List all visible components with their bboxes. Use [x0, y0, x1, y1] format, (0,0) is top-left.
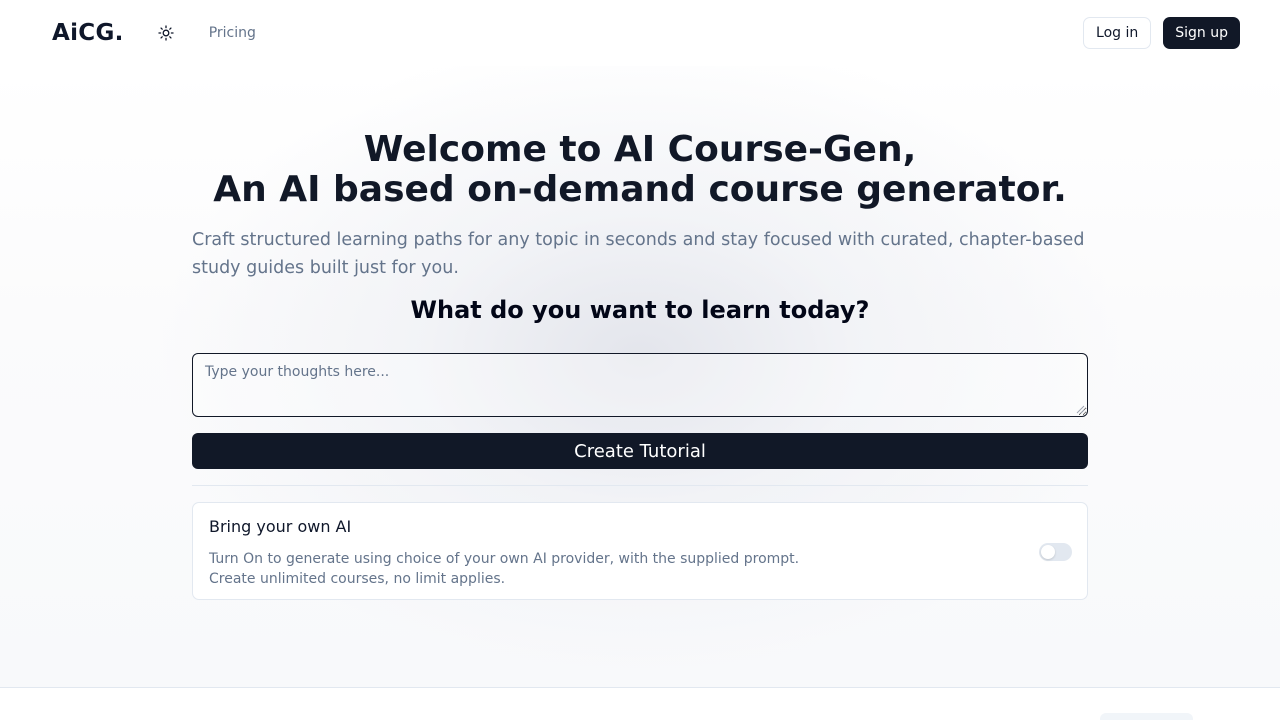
logo[interactable]: AiCG. — [52, 20, 124, 46]
byoa-title: Bring your own AI — [209, 517, 352, 536]
hero-section: Welcome to AI Course-Gen, An AI based on… — [0, 66, 1280, 688]
hero-subtitle: Craft structured learning paths for any … — [192, 230, 1085, 278]
title-line-2: An AI based on-demand course generator. — [213, 169, 1067, 210]
signup-button[interactable]: Sign up — [1163, 17, 1240, 49]
login-button[interactable]: Log in — [1083, 17, 1152, 49]
toggle-knob — [1041, 545, 1055, 559]
title-line-1: Welcome to AI Course-Gen, — [363, 129, 917, 170]
byoa-toggle-switch[interactable] — [1039, 543, 1072, 561]
divider — [192, 485, 1088, 486]
byoa-description: Turn On to generate using choice of your… — [209, 549, 799, 589]
page-title: Welcome to AI Course-Gen, An AI based on… — [0, 130, 1280, 210]
nav-pricing-link[interactable]: Pricing — [209, 25, 256, 41]
topic-input[interactable] — [192, 353, 1088, 417]
footer-button-stub[interactable] — [1100, 713, 1193, 720]
top-nav: AiCG. Pricing Log in Sign up — [0, 0, 1280, 66]
byoa-desc-line-2: Create unlimited courses, no limit appli… — [209, 571, 506, 587]
byoa-desc-line-1: Turn On to generate using choice of your… — [209, 551, 800, 567]
page: AiCG. Pricing Log in Sign up Welcome to … — [0, 0, 1280, 720]
create-tutorial-button[interactable]: Create Tutorial — [192, 433, 1088, 469]
sun-icon[interactable] — [157, 24, 175, 42]
byoa-card: Bring your own AI Turn On to generate us… — [192, 502, 1088, 600]
learn-question-heading: What do you want to learn today? — [410, 296, 870, 324]
